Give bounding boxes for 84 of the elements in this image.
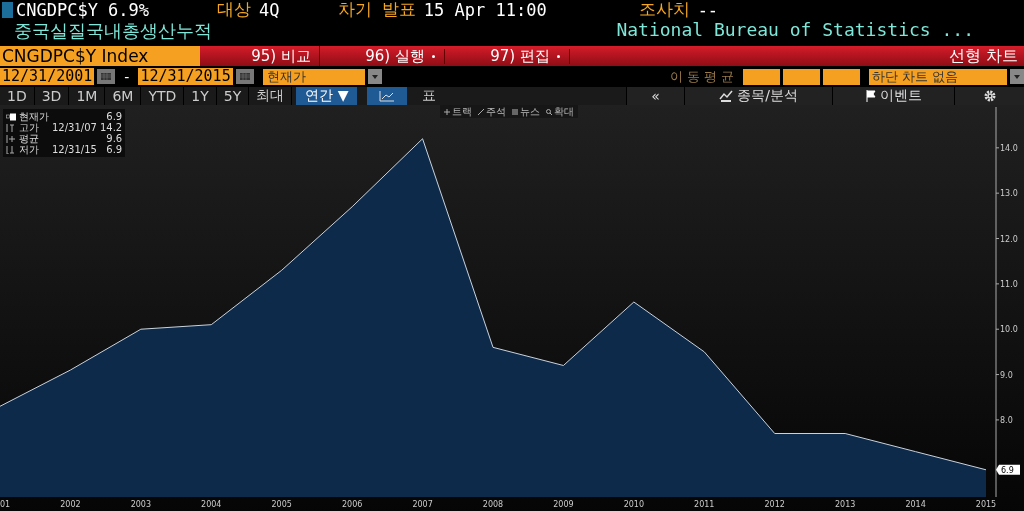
x-axis-label: 2015 [975,500,997,509]
ticker-title: CNGDPC$Y 6.9% [16,0,150,20]
crosshair-icon [444,108,450,115]
moving-average-field[interactable] [823,68,860,85]
date-separator: - [124,68,130,85]
calendar-icon[interactable] [97,69,116,84]
y-axis-label: 12.0 [1000,234,1018,244]
analysis-button[interactable]: 종목/분석 [684,87,832,105]
chart-type-label: 선형 차트 [948,45,1019,67]
x-axis-label: 2007 [412,500,433,509]
frequency-dropdown[interactable]: 연간 ▼ [296,87,358,105]
legend-square-icon [6,112,16,121]
x-axis-label: 01 [0,500,11,509]
x-axis-label: 2006 [341,500,363,509]
security-description: 중국실질국내총생산누적 [14,19,212,43]
y-axis-label: 13.0 [1000,189,1018,199]
legend-value: 9.6 [105,133,123,144]
moving-average-label: 이 동 평 균 [669,67,734,86]
pencil-icon [478,108,484,115]
source-name: National Bureau of Statistics ... [616,19,974,40]
x-axis-label: 2010 [623,500,645,509]
calendar-icon[interactable] [235,69,254,84]
menu-button[interactable]: 97) 편집 [445,48,570,64]
legend-label: 저가 [19,144,40,155]
x-axis-label: 2012 [764,500,785,509]
collapse-button[interactable]: « [626,87,684,105]
chart-tool[interactable]: 확대 [546,104,574,119]
release-time: 15 Apr 11:00 [423,0,547,20]
news-icon [512,108,518,115]
legend-label: 고가 [19,122,40,133]
legend-value: 6.9 [105,111,123,122]
y-axis-label: 14.0 [1000,143,1018,153]
release-label: 차기 발표 [337,0,416,21]
period-value: 4Q [259,0,280,20]
survey-value: -- [697,0,719,20]
menu-button[interactable]: 95) 비교 [200,46,320,66]
chart-tool[interactable]: 뉴스 [512,104,540,119]
line-chart-icon [379,90,396,102]
legend-label: 평균 [19,133,40,144]
ticker-marker [2,1,13,18]
survey-label: 조사치 [638,0,690,21]
menu-button[interactable]: 96) 실행 [320,48,445,64]
search-icon [546,108,552,115]
x-axis-label: 2008 [482,500,504,509]
settings-button[interactable] [954,87,1024,105]
legend-label: 현재가 [19,111,49,122]
value-tag: 6.9 [996,464,1020,475]
x-axis-label: 2002 [60,500,81,509]
legend-date: 12/31/15 [52,144,97,155]
y-axis-label: 9.0 [1000,370,1013,380]
x-axis-label: 2011 [694,500,715,509]
x-axis-label: 2005 [271,500,292,509]
x-axis-label: 2014 [905,500,926,509]
y-axis-label: 11.0 [1000,279,1018,289]
settings-icon [983,90,996,102]
caret-icon [556,53,561,59]
table-view-tab[interactable]: 표 [409,87,450,105]
y-axis-label: 10.0 [1000,325,1018,335]
average-marker-icon [6,134,16,143]
end-date-field[interactable]: 12/31/2015 [138,68,233,85]
legend-value: 14.2 [99,122,123,133]
events-button[interactable]: 이벤트 [832,87,954,105]
x-axis-label: 2013 [834,500,856,509]
y-axis-label: 8.0 [1000,415,1013,425]
chart-tool[interactable]: 트랙 [444,104,472,119]
chart-view-tab[interactable] [367,87,408,105]
x-axis-label: 2009 [553,500,574,509]
caret-icon [431,53,436,59]
moving-average-field[interactable] [743,68,780,85]
x-axis-label: 2004 [201,500,222,509]
field-dropdown[interactable]: 현재가 [262,68,365,85]
lower-chart-dropdown[interactable]: 하단 차트 없음 [869,68,1007,85]
low-marker-icon [6,145,16,154]
security-field[interactable]: CNGDPC$Y Index [0,46,200,66]
period-label: 대상 [217,0,252,21]
flag-icon [865,90,876,102]
start-date-field[interactable]: 12/31/2001 [0,68,95,85]
moving-average-field[interactable] [783,68,820,85]
high-marker-icon [6,123,16,132]
chart-icon [719,90,734,102]
x-axis-label: 2003 [130,500,152,509]
legend-date: 12/31/07 [52,122,97,133]
legend-value: 6.9 [105,144,123,155]
chart-tool[interactable]: 주석 [478,104,506,119]
